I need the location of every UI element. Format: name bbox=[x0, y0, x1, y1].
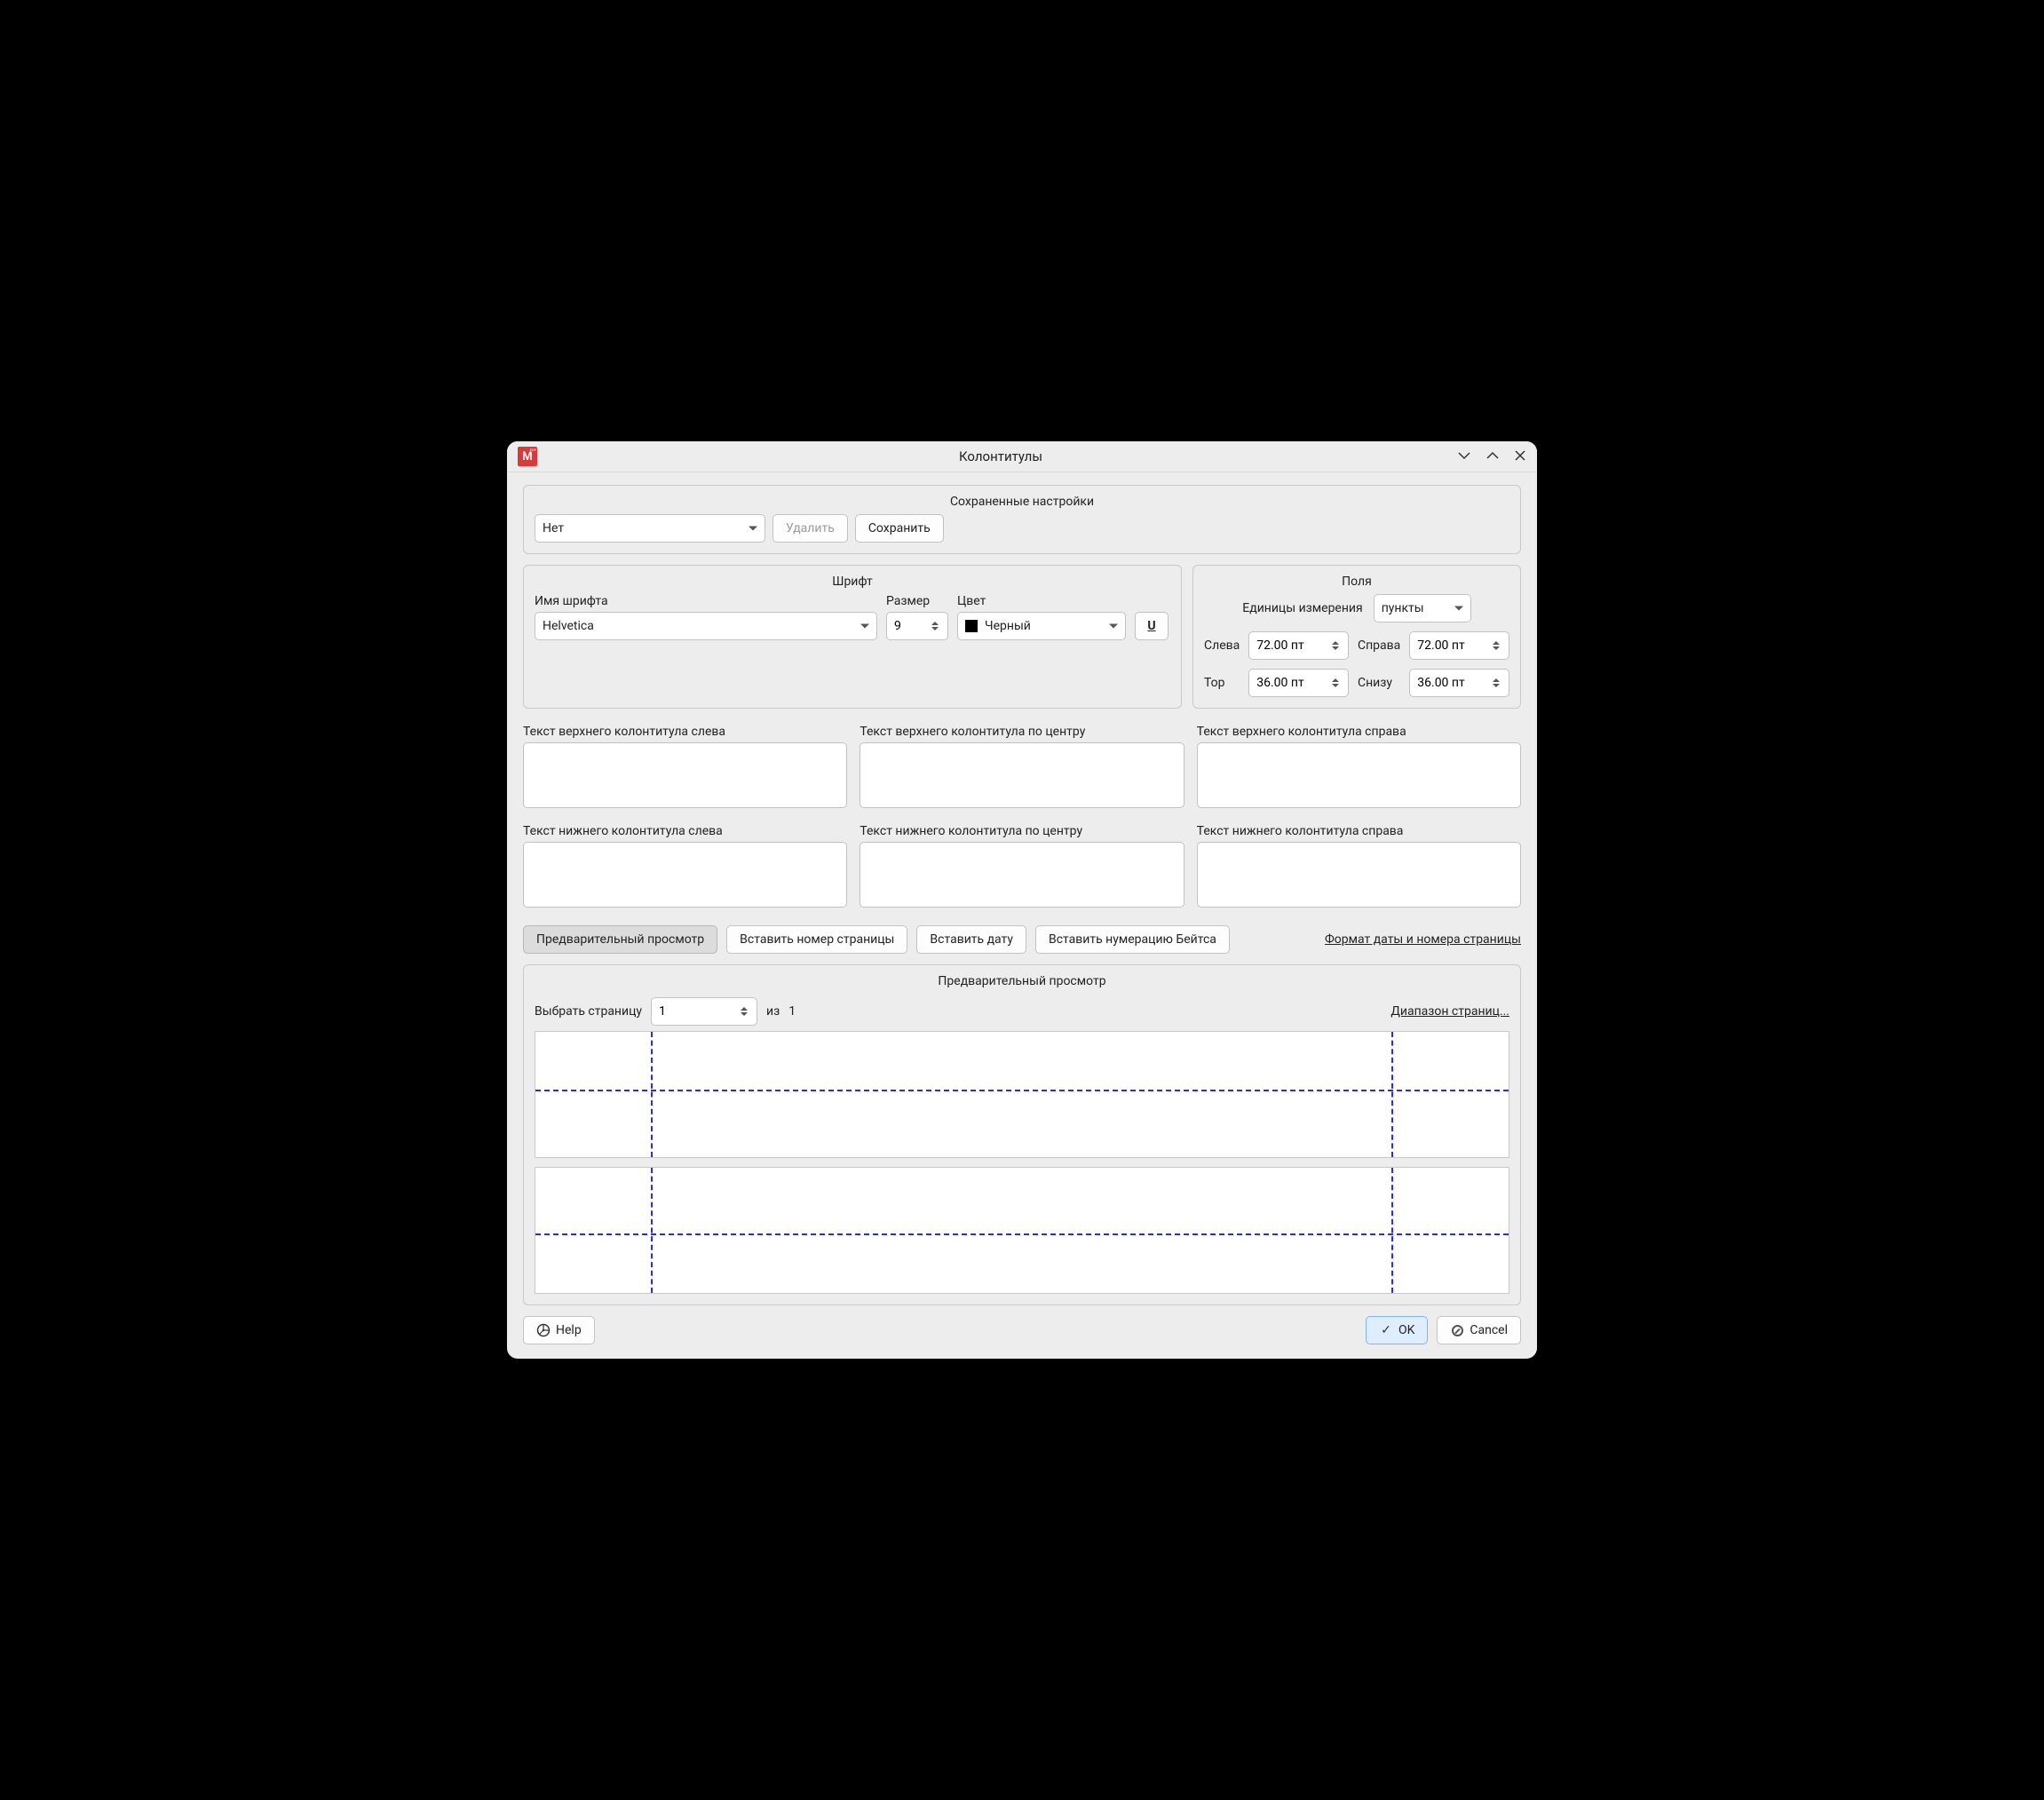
spin-up-icon[interactable] bbox=[931, 622, 939, 625]
chevron-down-icon bbox=[749, 527, 757, 531]
preview-group: Предварительный просмотр Выбрать страниц… bbox=[523, 964, 1521, 1305]
font-name-select[interactable]: Helvetica bbox=[535, 612, 877, 640]
font-color-label: Цвет bbox=[957, 594, 1126, 608]
chevron-down-icon bbox=[1109, 624, 1118, 629]
ok-button[interactable]: OK bbox=[1366, 1316, 1428, 1344]
preview-title: Предварительный просмотр bbox=[535, 974, 1509, 988]
dialog-window: Колонтитулы Сохраненные настройки Нет Уд… bbox=[507, 441, 1537, 1359]
date-page-format-link[interactable]: Формат даты и номера страницы bbox=[1325, 932, 1521, 947]
chevron-down-icon bbox=[1454, 607, 1463, 611]
header-center-input[interactable] bbox=[860, 742, 1184, 808]
spin-down-icon[interactable] bbox=[1332, 646, 1339, 650]
app-icon bbox=[518, 447, 537, 466]
footer-right-label: Текст нижнего колонтитула справа bbox=[1197, 824, 1521, 838]
spin-down-icon[interactable] bbox=[931, 627, 939, 630]
cancel-label: Cancel bbox=[1470, 1323, 1508, 1337]
window-title: Колонтитулы bbox=[544, 448, 1457, 464]
spin-up-icon[interactable] bbox=[1332, 641, 1339, 645]
spin-up-icon[interactable] bbox=[1332, 678, 1339, 682]
maximize-icon[interactable] bbox=[1485, 448, 1500, 465]
margin-left-label: Слева bbox=[1204, 638, 1240, 653]
font-size-spin[interactable] bbox=[886, 612, 948, 640]
page-range-link[interactable]: Диапазон страниц... bbox=[1390, 1004, 1509, 1019]
guide-vertical bbox=[1391, 1168, 1393, 1293]
spin-down-icon[interactable] bbox=[1332, 684, 1339, 687]
margin-left-spin[interactable] bbox=[1248, 631, 1349, 660]
spin-up-icon[interactable] bbox=[741, 1007, 748, 1011]
preview-toggle-button[interactable]: Предварительный просмотр bbox=[523, 925, 717, 954]
insert-date-button[interactable]: Вставить дату bbox=[916, 925, 1026, 954]
units-value: пункты bbox=[1382, 601, 1424, 615]
margins-group-title: Поля bbox=[1204, 575, 1509, 589]
cancel-button[interactable]: Cancel bbox=[1437, 1316, 1521, 1344]
font-group: Шрифт Имя шрифта Helvetica Размер bbox=[523, 565, 1182, 709]
check-icon bbox=[1379, 1323, 1393, 1337]
header-footer-grid: Текст верхнего колонтитула слева Текст в… bbox=[523, 725, 1521, 911]
underline-button[interactable]: U bbox=[1135, 612, 1169, 640]
header-right-label: Текст верхнего колонтитула справа bbox=[1197, 725, 1521, 739]
header-left-label: Текст верхнего колонтитула слева bbox=[523, 725, 847, 739]
preview-page-top bbox=[535, 1031, 1509, 1158]
saved-settings-group: Сохраненные настройки Нет Удалить Сохран… bbox=[523, 485, 1521, 554]
guide-horizontal bbox=[535, 1090, 1509, 1091]
footer-left-label: Текст нижнего колонтитула слева bbox=[523, 824, 847, 838]
guide-horizontal bbox=[535, 1233, 1509, 1235]
preset-value: Нет bbox=[543, 521, 564, 535]
spin-up-icon[interactable] bbox=[1493, 641, 1500, 645]
insert-page-number-button[interactable]: Вставить номер страницы bbox=[726, 925, 907, 954]
font-name-value: Helvetica bbox=[543, 619, 594, 633]
titlebar: Колонтитулы bbox=[507, 441, 1537, 472]
margin-top-spin[interactable] bbox=[1248, 669, 1349, 697]
total-pages: 1 bbox=[788, 1004, 796, 1019]
footer-left-input[interactable] bbox=[523, 842, 847, 908]
help-icon bbox=[536, 1323, 551, 1337]
window-controls bbox=[1457, 448, 1526, 465]
guide-vertical bbox=[1391, 1032, 1393, 1157]
insert-bates-button[interactable]: Вставить нумерацию Бейтса bbox=[1035, 925, 1230, 954]
font-color-value: Черный bbox=[985, 619, 1031, 633]
footer-center-input[interactable] bbox=[860, 842, 1184, 908]
header-center-label: Текст верхнего колонтитула по центру bbox=[860, 725, 1184, 739]
margin-top-label: Top bbox=[1204, 676, 1240, 690]
ok-label: OK bbox=[1398, 1323, 1414, 1337]
margin-right-label: Справа bbox=[1358, 638, 1400, 653]
units-label: Единицы измерения bbox=[1242, 601, 1362, 615]
preview-page-bottom bbox=[535, 1167, 1509, 1294]
of-label: из bbox=[766, 1004, 780, 1019]
minimize-icon[interactable] bbox=[1457, 448, 1471, 465]
header-right-input[interactable] bbox=[1197, 742, 1521, 808]
preset-select[interactable]: Нет bbox=[535, 514, 765, 543]
preview-page-spin[interactable] bbox=[651, 997, 757, 1026]
spin-down-icon[interactable] bbox=[1493, 646, 1500, 650]
spin-down-icon[interactable] bbox=[1493, 684, 1500, 687]
close-icon[interactable] bbox=[1514, 449, 1526, 464]
select-page-label: Выбрать страницу bbox=[535, 1004, 642, 1019]
margin-bottom-spin[interactable] bbox=[1409, 669, 1509, 697]
font-size-label: Размер bbox=[886, 594, 948, 608]
delete-button[interactable]: Удалить bbox=[772, 514, 848, 543]
units-select[interactable]: пункты bbox=[1374, 594, 1471, 622]
chevron-down-icon bbox=[860, 624, 869, 629]
font-name-label: Имя шрифта bbox=[535, 594, 877, 608]
margin-right-spin[interactable] bbox=[1409, 631, 1509, 660]
help-label: Help bbox=[556, 1323, 582, 1337]
saved-settings-title: Сохраненные настройки bbox=[535, 495, 1509, 509]
guide-vertical bbox=[651, 1168, 653, 1293]
font-group-title: Шрифт bbox=[535, 575, 1170, 589]
footer-center-label: Текст нижнего колонтитула по центру bbox=[860, 824, 1184, 838]
spin-down-icon[interactable] bbox=[741, 1012, 748, 1016]
help-button[interactable]: Help bbox=[523, 1316, 595, 1344]
color-swatch bbox=[965, 620, 978, 632]
cancel-icon bbox=[1450, 1323, 1464, 1337]
font-color-select[interactable]: Черный bbox=[957, 612, 1126, 640]
guide-vertical bbox=[651, 1032, 653, 1157]
footer-right-input[interactable] bbox=[1197, 842, 1521, 908]
margin-bottom-label: Снизу bbox=[1358, 676, 1400, 690]
margins-group: Поля Единицы измерения пункты Слева Спра… bbox=[1192, 565, 1521, 709]
spin-up-icon[interactable] bbox=[1493, 678, 1500, 682]
header-left-input[interactable] bbox=[523, 742, 847, 808]
save-button[interactable]: Сохранить bbox=[855, 514, 944, 543]
